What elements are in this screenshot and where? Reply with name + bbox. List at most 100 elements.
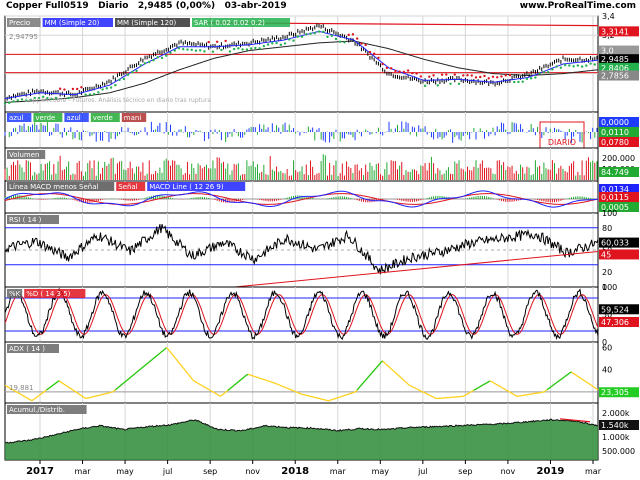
sar-dot [576, 64, 580, 67]
sar-dot [360, 42, 363, 45]
sar-dot [322, 30, 325, 33]
sar-dot [58, 87, 62, 90]
chart-svg: Precio MM (Simple 20) MM (Simple 120) SAR (… [3, 12, 639, 477]
sar-dot [525, 77, 529, 81]
sar-dot [190, 48, 193, 52]
sar-dot [428, 75, 431, 78]
legend-label: ADX ( 14 ) [9, 345, 45, 353]
time-label: 2019 [537, 466, 565, 477]
sar-dot [517, 80, 520, 84]
rsi-flag: 45 [601, 250, 611, 259]
legend-label: SAR ( 0.02 0.02 0.2) [194, 19, 265, 27]
adx-axis-label: 60 [602, 344, 612, 353]
sar-dot [364, 43, 367, 47]
stoch-flag: 47,306 [601, 318, 629, 327]
sar-dot [224, 39, 227, 43]
sar-dot [275, 41, 278, 45]
sar-dot [309, 32, 312, 35]
sar-dot [351, 33, 355, 36]
legend-label: verde [93, 114, 113, 122]
sar-dot [215, 40, 219, 43]
sar-dot [534, 76, 537, 79]
price-left-level: 2,94795 [9, 33, 38, 41]
sar-dot [300, 35, 304, 38]
sar-dot [432, 74, 435, 77]
legend-label: Volumen [9, 151, 39, 159]
sar-dot [8, 101, 11, 104]
time-label: may [372, 467, 390, 476]
sar-dot [254, 46, 257, 50]
legend-label: Precio [9, 19, 30, 27]
sar-dot [12, 100, 15, 103]
sar-dot [143, 62, 147, 65]
sar-dot [339, 40, 342, 43]
ind-flag: 0,0780 [601, 138, 629, 147]
stoch-flag: 59,524 [601, 305, 629, 314]
adx-axis-label: 40 [602, 366, 612, 375]
sar-dot [283, 42, 287, 45]
sar-dot [101, 88, 104, 91]
sar-dot [211, 50, 215, 53]
sar-dot [479, 75, 482, 79]
sar-dot [411, 71, 414, 75]
sar-dot [152, 59, 155, 62]
sar-dot [122, 77, 126, 81]
sar-dot [160, 56, 164, 60]
sar-dot [169, 51, 172, 55]
sar-dot [398, 70, 401, 73]
sar-dot [423, 84, 427, 88]
time-label: mar [75, 467, 92, 476]
sar-dot [415, 72, 418, 75]
sar-dot [258, 47, 261, 50]
sar-dot [118, 78, 121, 82]
sar-dot [563, 63, 567, 67]
legend-label: mani [124, 114, 142, 122]
chart-window: Copper Full0519 Diario 2,9485 (0,00%) 03… [0, 0, 640, 480]
sar-dot [3, 102, 7, 105]
sar-dot [402, 70, 406, 74]
sar-dot [440, 73, 444, 76]
time-label: jul [162, 467, 173, 476]
sar-dot [491, 75, 495, 79]
price-flag: 2,7856 [601, 72, 629, 81]
sar-dot [326, 35, 329, 39]
sar-dot [470, 74, 473, 77]
sar-dot [207, 40, 210, 44]
sar-dot [572, 65, 575, 68]
sar-dot [521, 80, 524, 83]
sar-dot [97, 91, 100, 94]
sar-dot [568, 64, 571, 67]
sar-dot [63, 88, 66, 91]
sar-dot [220, 48, 223, 52]
sar-dot [368, 50, 372, 54]
legend-label: azul [9, 114, 23, 122]
time-label: 2018 [281, 466, 309, 477]
sar-dot [453, 73, 456, 76]
sar-dot [198, 49, 202, 52]
stoch-axis-label: 100 [602, 283, 617, 292]
sar-dot [156, 56, 159, 59]
time-label: sep [203, 467, 217, 476]
sar-dot [165, 54, 168, 57]
sar-dot [109, 86, 113, 89]
sar-dot [474, 76, 478, 79]
sar-dot [279, 43, 283, 47]
sar-dot [105, 87, 109, 90]
price-flag: 3,3141 [601, 27, 629, 36]
sar-dot [194, 49, 198, 52]
sar-dot [593, 63, 597, 66]
sar-dot [131, 70, 134, 74]
sar-dot [203, 50, 206, 53]
sar-dot [16, 99, 19, 102]
sar-dot [271, 42, 274, 45]
adx-left-level: 19,881 [9, 384, 34, 392]
sar-dot [241, 48, 244, 51]
rsi-axis-label: 80 [602, 224, 612, 233]
sar-dot [177, 47, 181, 50]
sar-dot [496, 76, 499, 79]
time-label: nov [245, 467, 260, 476]
sar-dot [483, 74, 486, 78]
sar-dot [126, 73, 130, 76]
sar-dot [148, 60, 151, 64]
sar-dot [355, 37, 359, 40]
